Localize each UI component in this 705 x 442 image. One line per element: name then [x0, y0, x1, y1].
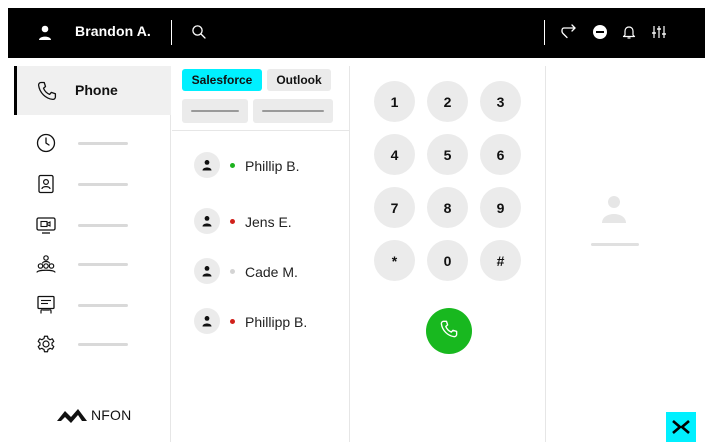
call-button[interactable]: [426, 308, 472, 354]
group-icon: [35, 253, 57, 275]
contact-name: Phillip B.: [245, 158, 300, 174]
contacts-panel: Salesforce Outlook Phillip B. Jens E. Ca…: [172, 66, 350, 442]
contacts-card-icon: [35, 173, 57, 195]
do-not-disturb-icon[interactable]: [590, 22, 610, 42]
sidebar-item-phone[interactable]: Phone: [14, 66, 171, 115]
placeholder-bar: [78, 142, 128, 145]
divider: [544, 20, 545, 45]
call-forward-icon[interactable]: [558, 22, 578, 42]
contact-detail-pane: [547, 66, 705, 442]
placeholder-bar: [78, 183, 128, 186]
avatar: [194, 152, 220, 178]
dial-key-9[interactable]: 9: [480, 187, 521, 228]
divider: [172, 130, 350, 131]
dial-key-4[interactable]: 4: [374, 134, 415, 175]
app-window: Brandon A. Phone NFON Salesforce Outlook…: [8, 8, 705, 442]
user-icon[interactable]: [36, 24, 54, 42]
tab-placeholder[interactable]: [182, 99, 248, 123]
presence-dot: [230, 219, 235, 224]
dial-key-5[interactable]: 5: [427, 134, 468, 175]
dial-key-1[interactable]: 1: [374, 81, 415, 122]
settings-gear-icon: [35, 333, 57, 355]
dial-key-3[interactable]: 3: [480, 81, 521, 122]
placeholder-bar: [78, 263, 128, 266]
divider: [171, 20, 172, 45]
dial-key-hash[interactable]: #: [480, 240, 521, 281]
contact-name: Jens E.: [245, 214, 292, 230]
avatar: [194, 208, 220, 234]
sidebar-item-voicemail[interactable]: [35, 293, 165, 317]
user-name[interactable]: Brandon A.: [75, 23, 151, 39]
placeholder-avatar-icon: [599, 194, 629, 224]
phone-icon: [439, 319, 459, 344]
placeholder-bar: [591, 243, 639, 246]
history-clock-icon: [35, 132, 57, 154]
phone-icon: [36, 80, 58, 102]
settings-sliders-icon[interactable]: [649, 22, 669, 42]
dialpad: 1 2 3 4 5 6 7 8 9 * 0 #: [351, 66, 546, 442]
dial-key-0[interactable]: 0: [427, 240, 468, 281]
dial-key-7[interactable]: 7: [374, 187, 415, 228]
dial-key-6[interactable]: 6: [480, 134, 521, 175]
placeholder-bar: [78, 224, 128, 227]
presence-dot: [230, 269, 235, 274]
presence-dot: [230, 163, 235, 168]
nfon-logo-text: NFON: [91, 407, 132, 423]
sidebar-item-label: Phone: [75, 82, 118, 98]
sidebar: Phone NFON: [8, 66, 171, 442]
dial-key-8[interactable]: 8: [427, 187, 468, 228]
contact-row[interactable]: Phillip B.: [194, 152, 344, 178]
tab-outlook[interactable]: Outlook: [267, 69, 331, 91]
avatar: [194, 308, 220, 334]
dial-key-star[interactable]: *: [374, 240, 415, 281]
dial-key-2[interactable]: 2: [427, 81, 468, 122]
bell-icon[interactable]: [619, 22, 639, 42]
sidebar-item-groups[interactable]: [35, 252, 165, 276]
contact-name: Phillipp B.: [245, 314, 308, 330]
presence-dot: [230, 319, 235, 324]
voicemail-icon: [35, 294, 57, 316]
sidebar-item-contacts[interactable]: [35, 172, 165, 196]
placeholder-bar: [78, 304, 128, 307]
avatar: [194, 258, 220, 284]
tab-salesforce[interactable]: Salesforce: [182, 69, 262, 91]
collapse-icon[interactable]: [666, 412, 696, 442]
contact-row[interactable]: Jens E.: [194, 208, 344, 234]
top-bar: Brandon A.: [8, 8, 705, 58]
placeholder-bar: [78, 343, 128, 346]
sidebar-item-history[interactable]: [35, 131, 165, 155]
nfon-logo: NFON: [56, 404, 146, 426]
tab-placeholder[interactable]: [253, 99, 333, 123]
contact-row[interactable]: Cade M.: [194, 258, 344, 284]
sidebar-item-meetings[interactable]: [35, 213, 165, 237]
sidebar-item-settings[interactable]: [35, 332, 165, 356]
meeting-screen-icon: [35, 214, 57, 236]
contact-name: Cade M.: [245, 264, 298, 280]
search-icon[interactable]: [189, 22, 209, 42]
contact-row[interactable]: Phillipp B.: [194, 308, 344, 334]
